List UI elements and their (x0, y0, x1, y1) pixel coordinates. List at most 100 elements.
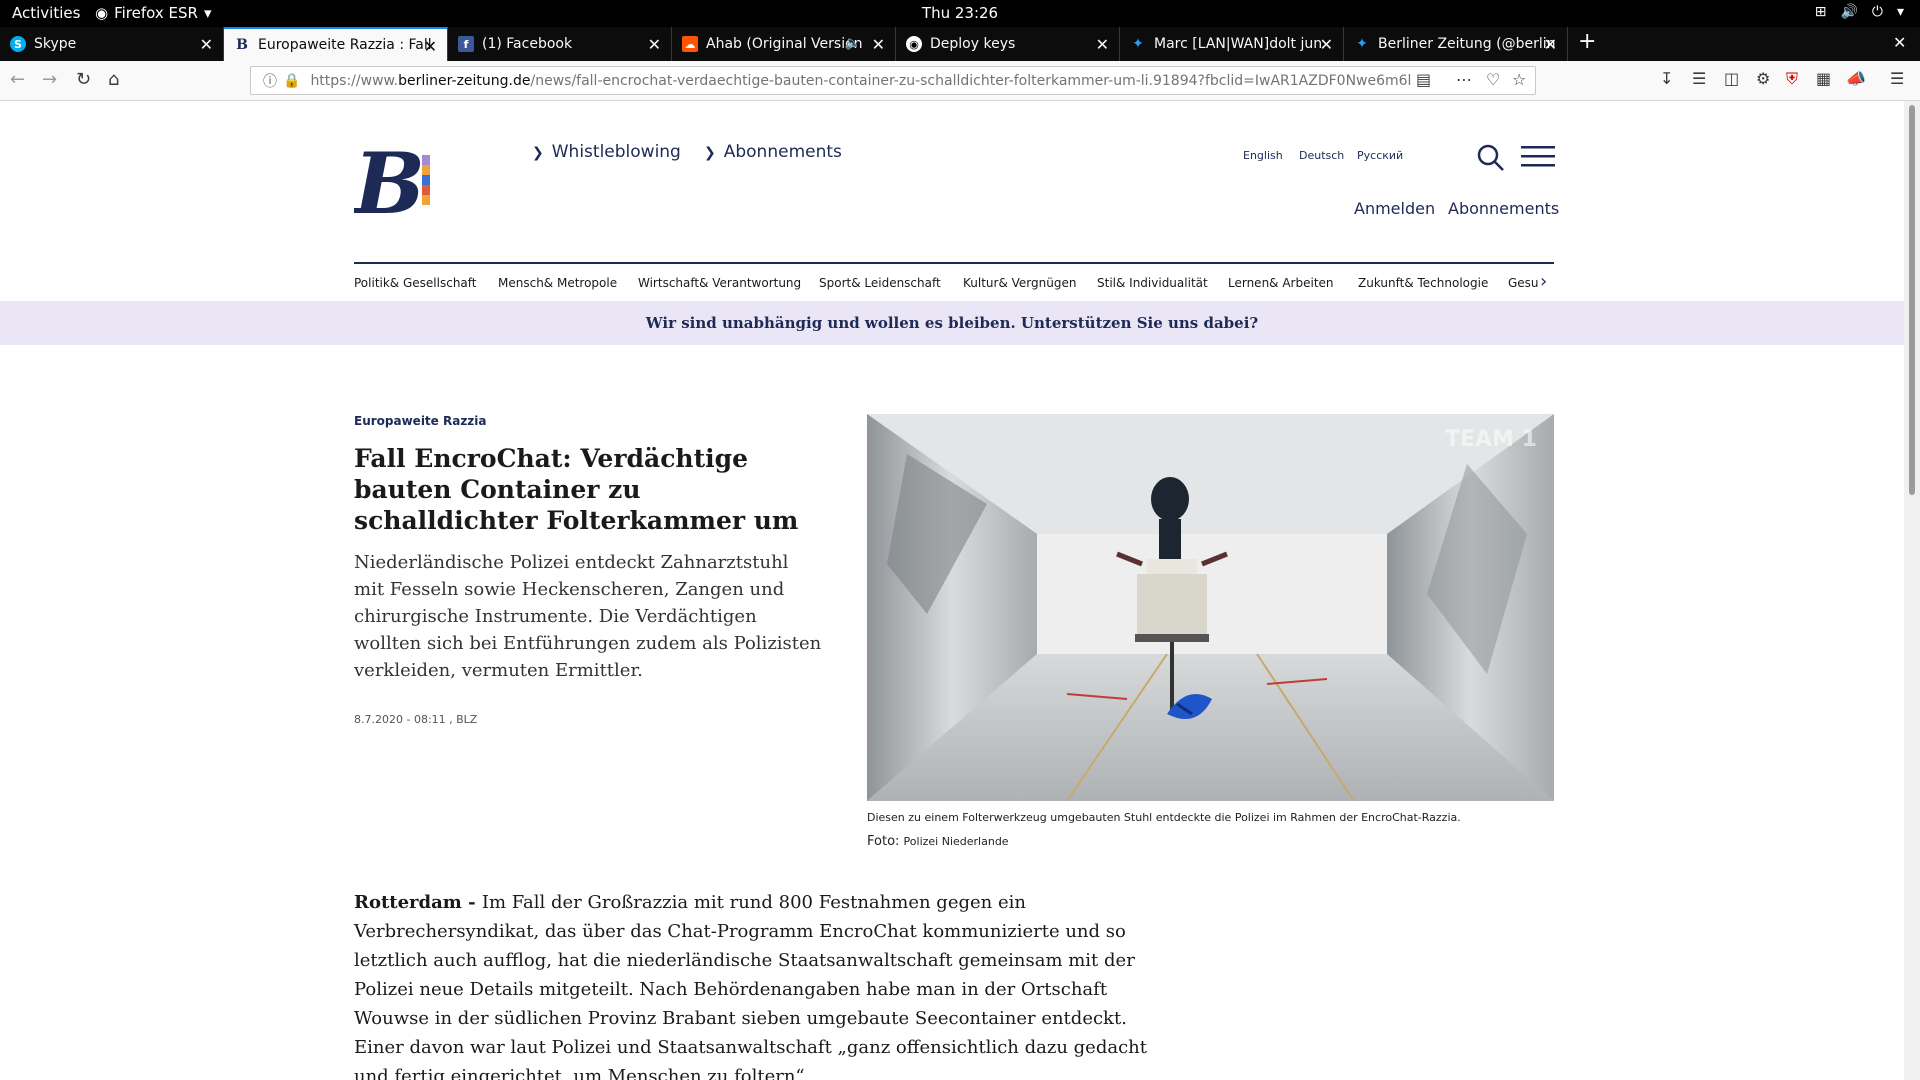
system-top-bar: Activities ◉ Firefox ESR ▾ Thu 23:26 ⊞ 🔊… (0, 0, 1920, 27)
library-icon[interactable]: ☰ (1692, 69, 1706, 88)
url-host: berliner-zeitung.de (398, 72, 531, 89)
soundcloud-icon: ☁ (682, 36, 698, 52)
tab-marc[interactable]: ✦ Marc [LAN|WAN]dolt jun ✕ (1120, 27, 1344, 61)
twitter-icon: ✦ (1356, 36, 1368, 52)
info-icon[interactable]: ⓘ (263, 71, 277, 91)
bookmark-star-icon[interactable]: ☆ (1512, 70, 1526, 89)
body-text: Im Fall der Großrazzia mit rund 800 Fest… (354, 892, 1147, 1080)
berliner-zeitung-icon: B (236, 37, 248, 53)
page-actions-icon[interactable]: ⋯ (1456, 70, 1472, 89)
category-sport[interactable]: Sport& Leidenschaft (819, 276, 941, 290)
body-location: Rotterdam - (354, 892, 482, 913)
image-credit: Foto: Polizei Niederlande (867, 834, 1009, 849)
category-kultur[interactable]: Kultur& Vergnügen (963, 276, 1076, 290)
image-caption: Diesen zu einem Folterwerkzeug umgebaute… (867, 811, 1461, 824)
nav-whistleblowing[interactable]: ❯ Whistleblowing (532, 142, 681, 162)
skype-icon: S (10, 36, 26, 52)
close-icon[interactable]: ✕ (1096, 35, 1109, 54)
close-icon[interactable]: ✕ (424, 37, 437, 56)
power-icon: ⏻ (1871, 4, 1883, 20)
new-tab-button[interactable]: + (1578, 29, 1596, 54)
close-icon[interactable]: ✕ (1544, 35, 1557, 54)
home-button[interactable]: ⌂ (108, 69, 119, 90)
chevron-right-icon: ❯ (532, 145, 544, 161)
navigation-toolbar: ← → ↻ ⌂ ⓘ 🔒 https://www. berliner-zeitung… (0, 61, 1920, 101)
tab-berliner-zeitung-twitter[interactable]: ✦ Berliner Zeitung (@berlin ✕ (1344, 27, 1568, 61)
tab-facebook[interactable]: f (1) Facebook ✕ (448, 27, 672, 61)
nav-label: Abonnements (723, 142, 842, 162)
language-english[interactable]: English (1243, 149, 1283, 162)
tab-skype[interactable]: S Skype ✕ (0, 27, 224, 61)
volume-icon: 🔊 (1840, 4, 1858, 20)
ublock-icon[interactable]: ⛨ (1786, 69, 1798, 89)
tab-title: (1) Facebook (482, 36, 573, 52)
article-body: Rotterdam - Im Fall der Großrazzia mit r… (354, 888, 1154, 1080)
chevron-right-icon: ❯ (704, 145, 716, 161)
credit-source: Polizei Niederlande (903, 835, 1009, 848)
tab-strip: S Skype ✕ B Europaweite Razzia : Fall ✕ … (0, 27, 1920, 61)
system-tray[interactable]: ⊞ 🔊 ⏻ ▾ (1815, 4, 1904, 20)
nav-abonnements[interactable]: ❯ Abonnements (704, 142, 842, 162)
downloads-icon[interactable]: ↧ (1660, 69, 1673, 88)
chevron-down-icon: ▾ (1896, 4, 1904, 20)
chevron-right-icon[interactable]: › (1540, 271, 1547, 292)
tab-ahab[interactable]: ☁ Ahab (Original Version 🔈 ✕ (672, 27, 896, 61)
extension-icon[interactable]: ⚙ (1756, 69, 1770, 88)
url-bar[interactable]: ⓘ 🔒 https://www. berliner-zeitung.de/news… (250, 66, 1536, 95)
sidebar-icon[interactable]: ◫ (1724, 69, 1739, 88)
speaker-icon[interactable]: 🔈 (845, 36, 861, 51)
tab-title: Ahab (Original Version (706, 36, 863, 52)
close-icon[interactable]: ✕ (1893, 33, 1906, 52)
clock[interactable]: Thu 23:26 (0, 4, 1920, 22)
login-link[interactable]: Anmelden (1354, 199, 1435, 218)
url-scheme: https://www. (310, 72, 399, 89)
search-icon[interactable] (1476, 143, 1506, 173)
image-watermark: TEAM 1 (1445, 427, 1537, 452)
hamburger-menu-icon[interactable]: ☰ (1890, 69, 1904, 88)
tab-title: Berliner Zeitung (@berlin (1378, 36, 1556, 52)
article-dateline: 8.7.2020 - 08:11 , BLZ (354, 713, 478, 726)
hamburger-menu-icon[interactable] (1521, 145, 1555, 169)
tab-title: Skype (34, 36, 77, 52)
credit-label: Foto: (867, 834, 900, 849)
forward-button[interactable]: → (42, 69, 57, 90)
category-gesundheit[interactable]: Gesu (1508, 276, 1539, 290)
category-politik[interactable]: Politik& Gesellschaft (354, 276, 477, 290)
svg-text:B: B (354, 143, 425, 223)
close-icon[interactable]: ✕ (1320, 35, 1333, 54)
subscribe-link[interactable]: Abonnements (1448, 199, 1559, 218)
tab-deploy-keys[interactable]: ◉ Deploy keys ✕ (896, 27, 1120, 61)
category-zukunft[interactable]: Zukunft& Technologie (1358, 276, 1488, 290)
back-button[interactable]: ← (10, 69, 25, 90)
category-lernen[interactable]: Lernen& Arbeiten (1228, 276, 1334, 290)
article-image[interactable]: TEAM 1 (867, 414, 1554, 801)
support-banner[interactable]: Wir sind unabhängig und wollen es bleibe… (0, 301, 1904, 345)
megaphone-icon[interactable]: 📣 (1846, 69, 1866, 88)
github-icon: ◉ (906, 36, 922, 52)
language-deutsch[interactable]: Deutsch (1299, 149, 1344, 162)
tab-title: Europaweite Razzia : Fall (258, 37, 432, 53)
facebook-icon: f (458, 36, 474, 52)
category-stil[interactable]: Stil& Individualität (1097, 276, 1208, 290)
close-icon[interactable]: ✕ (872, 35, 885, 54)
category-mensch[interactable]: Mensch& Metropole (498, 276, 617, 290)
scrollbar-thumb[interactable] (1909, 105, 1915, 495)
article-teaser: Niederländische Polizei entdeckt Zahnarz… (354, 552, 822, 681)
twitter-icon: ✦ (1132, 36, 1144, 52)
tab-europaweite-razzia[interactable]: B Europaweite Razzia : Fall ✕ (224, 27, 448, 61)
web-page: B ❯ Whistleblowing ❯ Abonnements English D… (0, 101, 1904, 1080)
berliner-zeitung-logo[interactable]: B (354, 143, 444, 223)
pocket-icon[interactable]: ♡ (1486, 70, 1500, 89)
page-scrollbar[interactable] (1904, 101, 1920, 1080)
close-icon[interactable]: ✕ (200, 35, 213, 54)
nav-label: Whistleblowing (551, 142, 681, 162)
reload-button[interactable]: ↻ (76, 69, 91, 90)
extension-icon[interactable]: ▦ (1816, 69, 1831, 88)
language-russian[interactable]: Русский (1357, 149, 1403, 162)
lock-icon[interactable]: 🔒 (283, 73, 300, 89)
url-path: /news/fall-encrochat-verdaechtige-bauten… (530, 72, 1412, 89)
reader-view-icon[interactable]: ▤ (1416, 70, 1431, 89)
close-icon[interactable]: ✕ (648, 35, 661, 54)
tab-title: Marc [LAN|WAN]dolt jun (1154, 36, 1323, 52)
category-wirtschaft[interactable]: Wirtschaft& Verantwortung (638, 276, 801, 290)
